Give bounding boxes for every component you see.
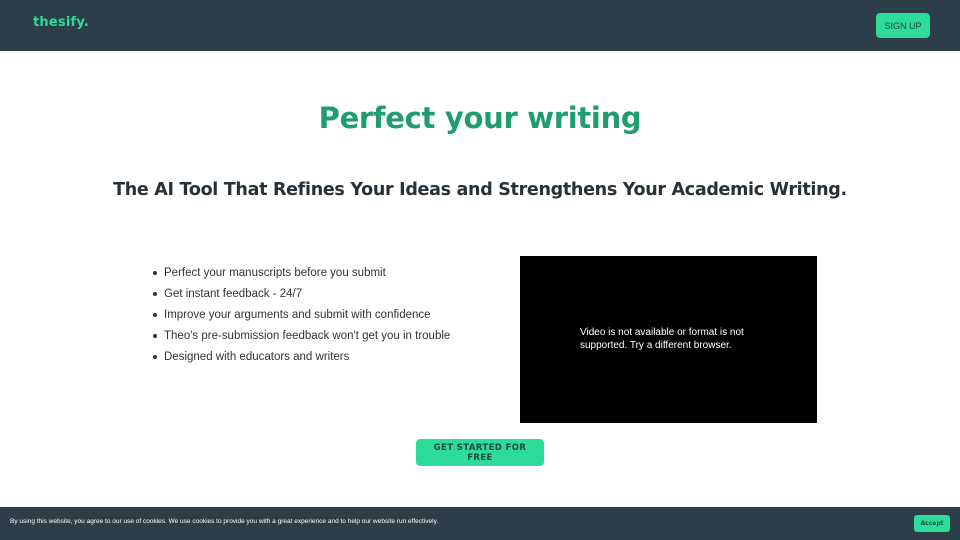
accept-cookies-button[interactable]: Accept bbox=[914, 515, 950, 532]
feature-item: Improve your arguments and submit with c… bbox=[152, 304, 450, 325]
bullet-icon bbox=[153, 354, 157, 359]
cookie-banner: By using this website, you agree to our … bbox=[0, 507, 960, 540]
bullet-icon bbox=[153, 312, 157, 317]
feature-text: Improve your arguments and submit with c… bbox=[164, 308, 431, 321]
feature-item: Theo's pre-submission feedback won't get… bbox=[152, 325, 450, 346]
video-unavailable-message: Video is not available or format is not … bbox=[580, 327, 744, 351]
video-player[interactable]: Video is not available or format is not … bbox=[520, 256, 817, 423]
top-navbar: thesify. SIGN UP bbox=[0, 0, 960, 51]
feature-text: Designed with educators and writers bbox=[164, 350, 350, 363]
bullet-icon bbox=[153, 270, 157, 275]
feature-list: Perfect your manuscripts before you subm… bbox=[152, 262, 450, 367]
sign-up-button[interactable]: SIGN UP bbox=[876, 13, 930, 38]
get-started-button[interactable]: GET STARTED FOR FREE bbox=[416, 439, 544, 466]
thesify-logo[interactable]: thesify. bbox=[33, 15, 89, 30]
bullet-icon bbox=[153, 291, 157, 296]
feature-item: Designed with educators and writers bbox=[152, 346, 450, 367]
hero-title: Perfect your writing bbox=[318, 101, 642, 135]
bullet-icon bbox=[153, 333, 157, 338]
feature-text: Theo's pre-submission feedback won't get… bbox=[164, 329, 451, 342]
feature-item: Perfect your manuscripts before you subm… bbox=[152, 262, 450, 283]
feature-text: Get instant feedback - 24/7 bbox=[164, 287, 303, 300]
feature-text: Perfect your manuscripts before you subm… bbox=[164, 266, 386, 279]
cookie-notice-text: By using this website, you agree to our … bbox=[10, 518, 439, 525]
feature-item: Get instant feedback - 24/7 bbox=[152, 283, 450, 304]
hero-subtitle: The AI Tool That Refines Your Ideas and … bbox=[113, 180, 847, 200]
